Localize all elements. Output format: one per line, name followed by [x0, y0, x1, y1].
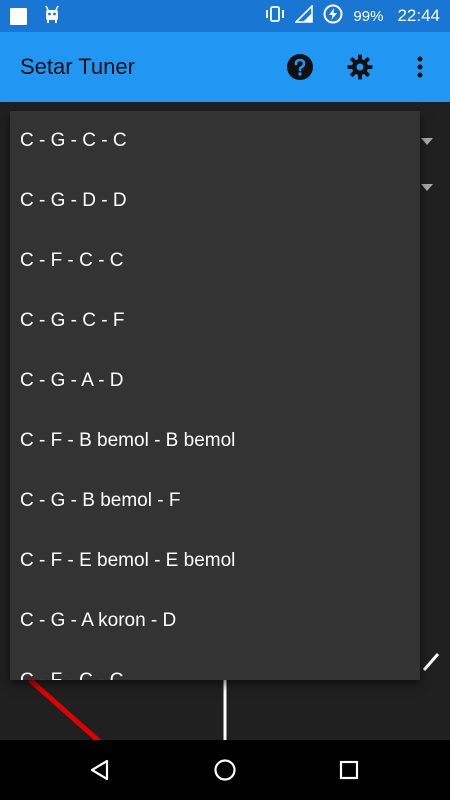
signal-icon — [294, 4, 314, 27]
list-item[interactable]: C - G - B bemol - F — [10, 471, 420, 531]
battery-saver-icon — [323, 4, 343, 28]
tuner-needle — [28, 678, 102, 740]
scale-tick — [422, 653, 440, 671]
list-item[interactable]: C - G - C - F — [10, 291, 420, 351]
vibrate-icon — [265, 5, 285, 27]
back-icon — [90, 759, 109, 781]
settings-button[interactable] — [330, 32, 390, 102]
settings-icon — [347, 54, 373, 80]
list-item[interactable]: C - G - C - C — [10, 111, 420, 171]
overflow-menu-button[interactable] — [390, 32, 450, 102]
app-title: Setar Tuner — [20, 54, 135, 79]
recents-icon — [339, 760, 359, 780]
list-item[interactable]: C - G - A koron - D — [10, 591, 420, 651]
list-item[interactable]: C - F - C - C — [10, 651, 420, 680]
home-icon — [214, 759, 236, 781]
help-icon — [287, 54, 313, 80]
home-button[interactable] — [195, 740, 255, 800]
list-item[interactable]: C - G - D - D — [10, 171, 420, 231]
list-item[interactable]: C - F - C - C — [10, 231, 420, 291]
recents-button[interactable] — [319, 740, 379, 800]
list-item[interactable]: C - F - B bemol - B bemol — [10, 411, 420, 471]
back-button[interactable] — [70, 740, 130, 800]
battery-percent: 99% — [353, 7, 384, 25]
list-item[interactable]: C - F - E bemol - E bemol — [10, 531, 420, 591]
help-button[interactable] — [270, 32, 330, 102]
notification-square-icon — [10, 7, 27, 25]
list-item[interactable]: C - G - A - D — [10, 351, 420, 411]
app-bar: Setar Tuner — [0, 32, 450, 102]
navigation-bar — [0, 740, 450, 800]
status-bar: 99% 22:44 — [0, 0, 450, 32]
android-debug-icon — [43, 5, 61, 27]
clock: 22:44 — [397, 6, 440, 25]
tuning-dropdown-list: C - G - C - C C - G - D - D C - F - C - … — [10, 111, 420, 680]
overflow-menu-icon — [417, 56, 423, 78]
